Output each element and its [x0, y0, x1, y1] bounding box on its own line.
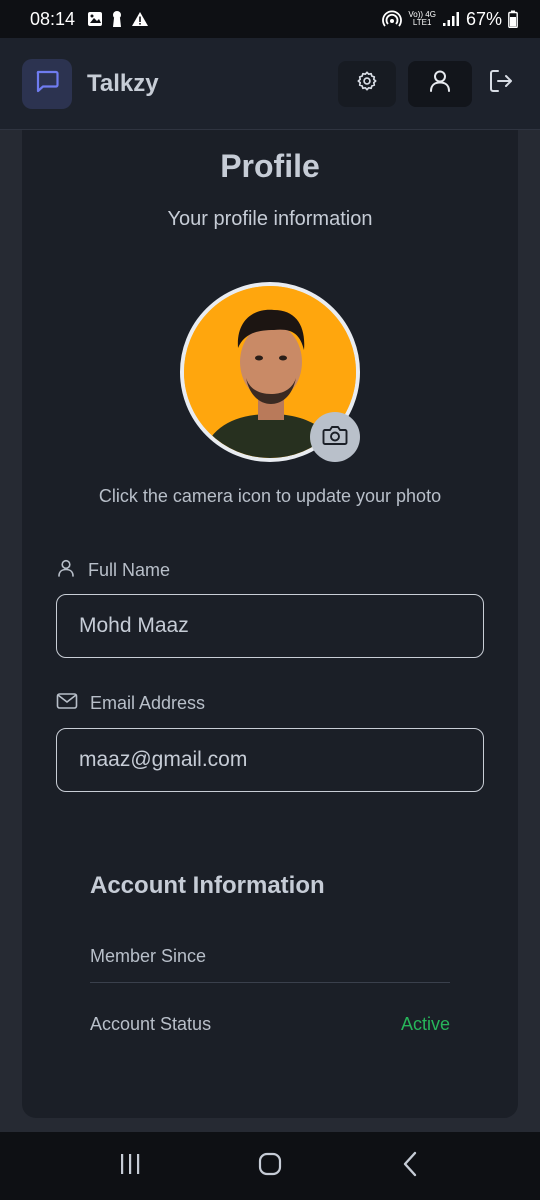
avatar-container: [180, 282, 360, 462]
warning-icon: [131, 11, 149, 27]
member-since-label: Member Since: [90, 946, 207, 966]
hotspot-icon: [382, 10, 403, 28]
email-value: maaz@gmail.com: [79, 748, 248, 771]
member-since-row: Member Since: [90, 946, 450, 967]
account-information: Account Information Member Since Account…: [90, 872, 450, 1034]
app-logo[interactable]: [22, 58, 72, 109]
battery-percent: 67%: [465, 8, 502, 29]
status-badge: Active: [400, 1014, 450, 1034]
profile-button[interactable]: [408, 60, 472, 107]
keyhole-icon: [111, 10, 123, 28]
account-status-label: Account Status: [90, 1014, 212, 1034]
recent-apps-icon: [118, 1153, 142, 1180]
user-icon: [56, 558, 76, 583]
full-name-field[interactable]: Mohd Maaz: [56, 594, 484, 658]
logout-button[interactable]: [484, 61, 518, 107]
home-icon: [258, 1152, 282, 1181]
profile-card: Profile Your profile information Click t…: [22, 130, 518, 1118]
battery-icon: [508, 10, 518, 28]
email-label-text: Email Address: [90, 693, 206, 713]
logout-icon: [488, 68, 514, 99]
network-bottom: LTE1: [412, 18, 432, 27]
full-name-value: Mohd Maaz: [79, 614, 189, 637]
camera-icon: [322, 424, 348, 451]
mail-icon: [56, 692, 78, 715]
app-header: Talkzy: [0, 38, 540, 130]
settings-button[interactable]: [338, 60, 396, 107]
photo-hint: Click the camera icon to update your pho…: [98, 486, 442, 506]
full-name-label: Full Name: [56, 558, 170, 583]
signal-icon: [442, 11, 460, 27]
status-time: 08:14: [30, 8, 76, 29]
network-indicator: Vo)) 4G LTE1: [408, 11, 436, 27]
back-icon: [402, 1151, 418, 1182]
home-button[interactable]: [240, 1136, 300, 1196]
settings-icon: [356, 70, 378, 97]
email-field[interactable]: maaz@gmail.com: [56, 728, 484, 792]
email-label: Email Address: [56, 692, 205, 715]
divider: [90, 982, 450, 983]
gallery-icon: [87, 11, 103, 27]
status-bar: 08:14 Vo)) 4G LTE1 67%: [0, 0, 540, 38]
system-nav-bar: [0, 1132, 540, 1200]
app-name[interactable]: Talkzy: [87, 70, 159, 98]
user-icon: [427, 68, 453, 99]
back-button[interactable]: [380, 1136, 440, 1196]
account-heading: Account Information: [90, 872, 325, 899]
page-title: Profile: [220, 148, 320, 184]
account-status-row: Account Status Active: [90, 1014, 450, 1035]
change-photo-button[interactable]: [310, 412, 360, 462]
page-subtitle: Your profile information: [167, 208, 373, 230]
recent-apps-button[interactable]: [100, 1136, 160, 1196]
full-name-label-text: Full Name: [88, 560, 171, 580]
chat-icon: [33, 67, 61, 100]
